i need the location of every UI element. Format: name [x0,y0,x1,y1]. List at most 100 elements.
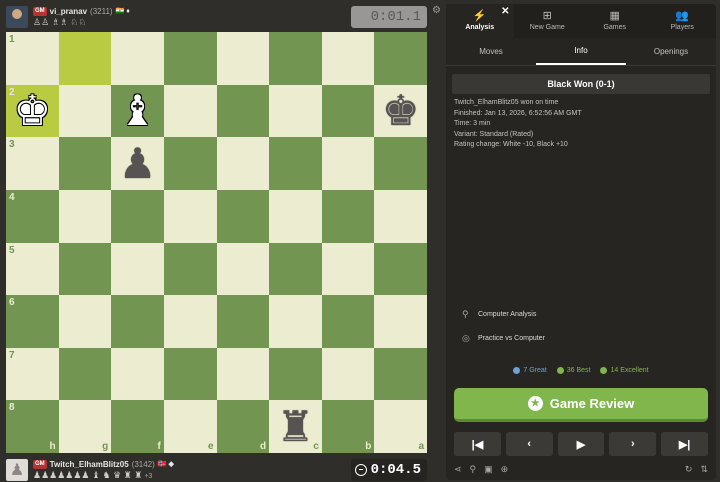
square-h6[interactable]: 6 [6,295,59,348]
square-e1[interactable] [163,32,217,85]
square-h2[interactable]: 2 ♚ [6,84,59,138]
last-move-button[interactable]: ▶| [661,432,708,456]
square-d4[interactable] [216,189,270,243]
square-a1[interactable] [374,32,427,85]
computer-analysis-link[interactable]: ⚲ Computer Analysis [462,308,545,320]
square-e3[interactable] [163,137,217,190]
square-a7[interactable] [374,347,427,401]
square-c4[interactable] [269,189,322,243]
square-a4[interactable] [374,189,427,243]
square-d5[interactable] [216,242,270,296]
square-g1[interactable] [58,32,112,85]
square-d8[interactable]: d [216,400,270,453]
square-b2[interactable] [321,84,375,138]
square-d6[interactable] [216,295,270,348]
square-e7[interactable] [163,347,217,401]
subtab-info[interactable]: Info [536,38,626,65]
square-f8[interactable]: f [111,400,164,453]
square-h5[interactable]: 5 [6,242,59,296]
square-e5[interactable] [163,242,217,296]
square-d3[interactable] [216,137,270,190]
square-c5[interactable] [269,242,322,296]
square-f3[interactable]: ♟ [111,137,164,190]
square-b5[interactable] [321,242,375,296]
subtab-moves[interactable]: Moves [446,38,536,65]
square-b4[interactable] [321,189,375,243]
square-c6[interactable] [269,295,322,348]
square-f6[interactable] [111,295,164,348]
square-g5[interactable] [58,242,112,296]
black-pawn-piece[interactable]: ♟ [119,142,157,185]
square-e2[interactable] [163,84,217,138]
square-b8[interactable]: b [321,400,375,453]
square-c2[interactable] [269,84,322,138]
square-f2[interactable]: ♝ [111,84,164,138]
square-e4[interactable] [163,189,217,243]
close-icon[interactable]: ✕ [501,6,509,17]
square-a2[interactable]: ♚ [374,84,427,138]
top-player-name[interactable]: vi_pranav [50,6,87,17]
square-g4[interactable] [58,189,112,243]
game-review-button[interactable]: ★ Game Review [454,388,708,422]
image-icon[interactable]: ▣ [484,464,493,476]
top-player-avatar[interactable] [6,6,28,28]
square-g7[interactable] [58,347,112,401]
excellent-moves-stat[interactable]: 14 Excellent [600,367,649,374]
tab-new-game[interactable]: ⊞ New Game [514,4,582,38]
square-e6[interactable] [163,295,217,348]
square-h7[interactable]: 7 [6,347,59,401]
bottom-player-name[interactable]: Twitch_ElhamBlitz05 [50,459,129,470]
square-c3[interactable] [269,137,322,190]
practice-vs-computer-link[interactable]: ◎ Practice vs Computer [462,332,545,344]
square-f4[interactable] [111,189,164,243]
tab-players[interactable]: 👥 Players [649,4,717,38]
white-king-piece[interactable]: ♚ [13,89,51,132]
subtab-openings[interactable]: Openings [626,38,716,65]
share-icon[interactable]: ⋖ [454,464,462,476]
settings-gear-icon[interactable]: ⚙ [432,6,442,16]
square-h1[interactable]: 1 [6,32,59,85]
previous-move-button[interactable]: ‹ [505,432,553,456]
square-a3[interactable] [374,137,427,190]
square-c7[interactable] [269,347,322,401]
square-d1[interactable] [216,32,270,85]
square-h4[interactable]: 4 [6,189,59,243]
square-b6[interactable] [321,295,375,348]
square-e8[interactable]: e [163,400,217,453]
square-a8[interactable]: a [374,400,427,453]
white-bishop-piece[interactable]: ♝ [119,89,157,132]
black-king-piece[interactable]: ♚ [382,89,420,132]
chessboard[interactable]: 1 2 ♚ ♝ ♚ 3 ♟ 4 5 6 7 8 h g f e d c ♜ b a [6,32,427,453]
tab-games[interactable]: ▦ Games [581,4,649,38]
square-g2[interactable] [58,84,112,138]
square-f7[interactable] [111,347,164,401]
black-rook-piece[interactable]: ♜ [277,405,315,448]
square-a5[interactable] [374,242,427,296]
rematch-icon[interactable]: ↻ [685,464,693,476]
square-h8[interactable]: 8h [6,400,59,453]
square-b3[interactable] [321,137,375,190]
next-move-button[interactable]: › [609,432,657,456]
square-f5[interactable] [111,242,164,296]
best-moves-stat[interactable]: 36 Best [556,367,590,374]
square-f1[interactable] [111,32,164,85]
square-b1[interactable] [321,32,375,85]
square-b7[interactable] [321,347,375,401]
square-c1[interactable] [269,32,322,85]
square-g8[interactable]: g [58,400,112,453]
tab-analysis[interactable]: ⚡ Analysis ✕ [446,4,514,38]
zoom-icon[interactable]: ⊕ [501,464,509,476]
square-a6[interactable] [374,295,427,348]
square-h3[interactable]: 3 [6,137,59,190]
square-g3[interactable] [58,137,112,190]
square-c8[interactable]: c ♜ [269,400,322,453]
square-d2[interactable] [216,84,270,138]
great-moves-stat[interactable]: 7 Great [513,367,547,374]
play-button[interactable]: ▶ [557,432,605,456]
first-move-button[interactable]: |◀ [454,432,501,456]
square-g6[interactable] [58,295,112,348]
analysis-board-icon[interactable]: ⚲ [470,464,477,476]
square-d7[interactable] [216,347,270,401]
bottom-player-avatar[interactable]: ♟ [6,459,28,481]
flip-board-icon[interactable]: ⇅ [700,464,708,476]
